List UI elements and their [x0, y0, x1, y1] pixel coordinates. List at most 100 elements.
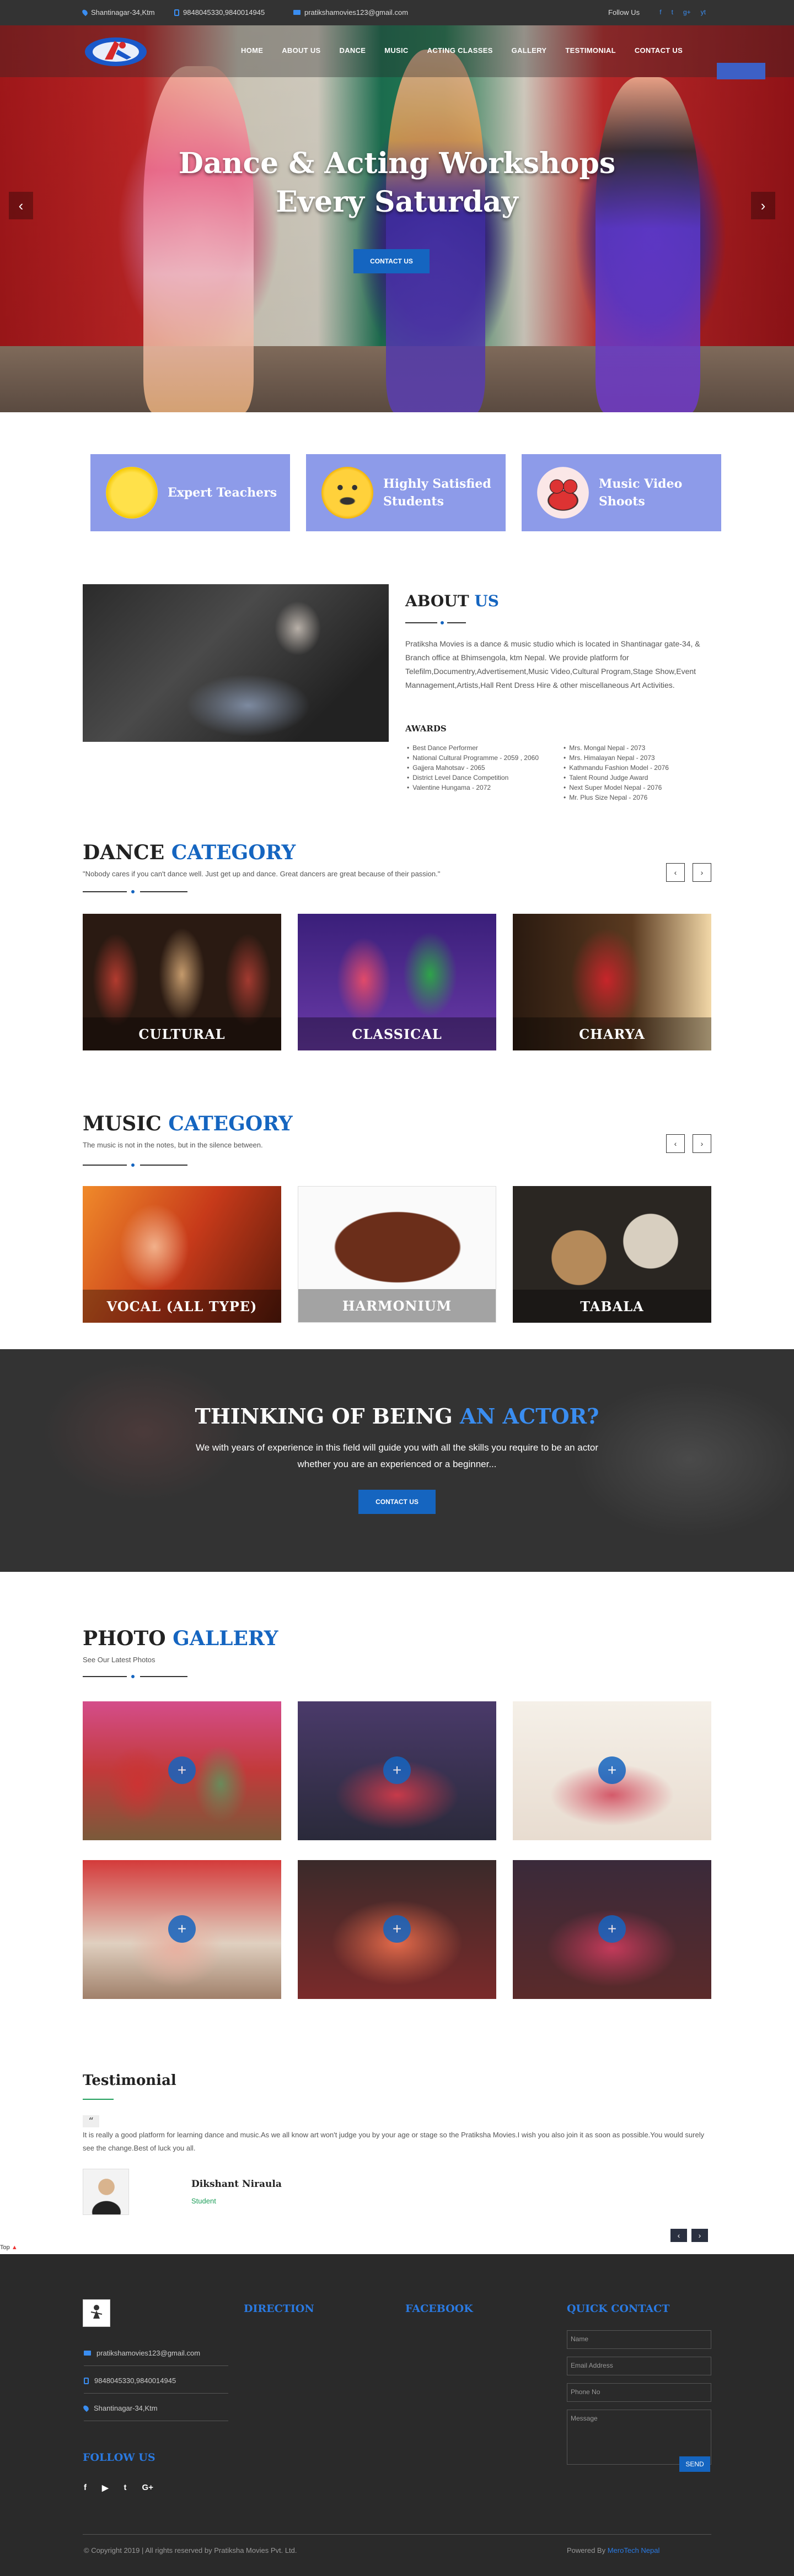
footer-address: Shantinagar-34,Ktm [82, 2404, 158, 2412]
top-bar: Shantinagar-34,Ktm 9848045330,9840014945… [0, 0, 794, 25]
hero-prev-arrow[interactable]: ‹ [9, 192, 33, 219]
hero-next-arrow[interactable]: › [751, 192, 775, 219]
nav-item-home[interactable]: HOME [232, 46, 272, 55]
hero-title-line2: Every Saturday [276, 185, 518, 219]
plus-glyph: + [177, 1761, 187, 1779]
gallery-photo[interactable]: + [513, 1701, 711, 1840]
footer-email[interactable]: pratikshamovies123@gmail.com [84, 2349, 200, 2357]
footer-facebook-heading: FACEBOOK [405, 2303, 473, 2315]
dance-card-classical[interactable]: CLASSICAL [298, 914, 496, 1050]
phone-icon [84, 2377, 89, 2384]
nav-item-contact-us[interactable]: CONTACT US [625, 46, 692, 55]
powered-by-link[interactable]: MeroTech Nepal [608, 2546, 660, 2555]
testimonial-next-button[interactable]: › [691, 2229, 708, 2242]
dance-card-caption: CLASSICAL [298, 1017, 496, 1050]
hero-contact-button[interactable]: CONTACT US [353, 249, 430, 273]
footer-quick-contact-heading: QUICK CONTACT [567, 2303, 670, 2315]
nav-search-box[interactable] [717, 63, 765, 79]
plus-glyph: + [177, 1920, 187, 1937]
contact-name-input[interactable]: Name [567, 2330, 711, 2349]
gallery-title: PHOTO GALLERY [83, 1627, 278, 1650]
dancer-icon [106, 467, 158, 519]
dance-prev-button[interactable]: ‹ [666, 863, 685, 882]
gallery-photo[interactable]: + [83, 1701, 281, 1840]
twitter-icon[interactable]: t [672, 8, 673, 16]
nav-item-acting-classes[interactable]: ACTING CLASSES [418, 46, 502, 55]
send-button[interactable]: SEND [679, 2456, 710, 2472]
google-plus-icon[interactable]: g+ [683, 8, 691, 16]
dancer-figure [596, 77, 700, 412]
zoom-plus-icon: + [383, 1756, 411, 1784]
back-to-top-link[interactable]: Top ▲ [0, 2244, 18, 2251]
feature-expert-teachers: Expert Teachers [90, 454, 290, 531]
gallery-photo[interactable]: + [83, 1860, 281, 1999]
dance-card-charya[interactable]: CHARYA [513, 914, 711, 1050]
powered-by-prefix: Powered By [567, 2546, 606, 2555]
footer-socials: f ▶ t G+ [84, 2483, 153, 2493]
contact-phone-input[interactable]: Phone No [567, 2383, 711, 2402]
about-image [83, 584, 389, 742]
site-logo[interactable] [83, 33, 149, 68]
facebook-icon[interactable]: f [84, 2483, 87, 2493]
music-quote: The music is not in the notes, but in th… [83, 1141, 263, 1149]
footer-logo[interactable] [83, 2299, 110, 2327]
topbar-email[interactable]: pratikshamovies123@gmail.com [293, 8, 408, 17]
google-plus-icon[interactable]: G+ [142, 2483, 153, 2493]
youtube-icon[interactable]: ▶ [102, 2483, 109, 2493]
dancer-figure [386, 50, 485, 412]
dance-card-cultural[interactable]: CULTURAL [83, 914, 281, 1050]
gallery-photo[interactable]: + [298, 1701, 496, 1840]
powered-by: Powered By MeroTech Nepal [567, 2546, 659, 2555]
hero-title-line1: Dance & Acting Workshops [178, 147, 616, 180]
smiley-icon [321, 467, 373, 519]
topbar-address: Shantinagar-34,Ktm [81, 8, 155, 17]
chevron-left-icon: ‹ [677, 2231, 680, 2240]
avatar [83, 2169, 129, 2215]
dance-card-caption: CULTURAL [83, 1017, 281, 1050]
music-card-caption: VOCAL (ALL TYPE) [83, 1290, 281, 1323]
dance-category-title: DANCE CATEGORY [83, 841, 296, 864]
footer-email-text: pratikshamovies123@gmail.com [96, 2349, 201, 2357]
music-card-caption: HARMONIUM [298, 1289, 496, 1322]
location-icon [82, 2404, 90, 2412]
about-description: Pratiksha Movies is a dance & music stud… [405, 639, 700, 689]
youtube-icon[interactable]: yt [701, 8, 706, 16]
music-card-vocal[interactable]: VOCAL (ALL TYPE) [83, 1186, 281, 1323]
nav-item-gallery[interactable]: GALLERY [502, 46, 556, 55]
music-title-b: CATEGORY [168, 1112, 293, 1135]
testimonial-prev-button[interactable]: ‹ [670, 2229, 687, 2242]
phone-text: 9848045330,9840014945 [183, 8, 265, 17]
feature-satisfied-students: Highly Satisfied Students [306, 454, 506, 531]
gallery-photo[interactable]: + [298, 1860, 496, 1999]
address-text: Shantinagar-34,Ktm [91, 8, 155, 17]
music-next-button[interactable]: › [693, 1134, 711, 1153]
nav-item-music[interactable]: MUSIC [375, 46, 417, 55]
contact-email-input[interactable]: Email Address [567, 2357, 711, 2375]
dance-card-caption: CHARYA [513, 1017, 711, 1050]
nav-item-testimonial[interactable]: TESTIMONIAL [556, 46, 625, 55]
actor-title-a: THINKING OF BEING [195, 1404, 453, 1429]
nav-item-dance[interactable]: DANCE [330, 46, 375, 55]
about-title-a: ABOUT [405, 592, 469, 610]
about-title: ABOUT US [405, 592, 499, 610]
about-divider [405, 619, 466, 626]
dancer-figure [143, 66, 254, 412]
zoom-plus-icon: + [598, 1756, 626, 1784]
nav-item-about-us[interactable]: ABOUT US [272, 46, 330, 55]
footer-phone[interactable]: 9848045330,9840014945 [84, 2376, 176, 2385]
zoom-plus-icon: + [168, 1915, 196, 1943]
topbar-phone[interactable]: 9848045330,9840014945 [174, 8, 265, 17]
actor-contact-button[interactable]: CONTACT US [358, 1490, 436, 1514]
award-item: Kathmandu Fashion Model - 2076 [564, 763, 707, 773]
facebook-icon[interactable]: f [659, 8, 661, 16]
twitter-icon[interactable]: t [124, 2483, 127, 2493]
gallery-photo[interactable]: + [513, 1860, 711, 1999]
music-prev-button[interactable]: ‹ [666, 1134, 685, 1153]
testimonial-title: Testimonial [83, 2072, 176, 2089]
music-card-harmonium[interactable]: HARMONIUM [298, 1186, 496, 1323]
dance-next-button[interactable]: › [693, 863, 711, 882]
music-card-tabala[interactable]: TABALA [513, 1186, 711, 1323]
award-item: Mrs. Mongal Nepal - 2073 [564, 743, 707, 753]
actor-description: We with years of experience in this fiel… [195, 1442, 599, 1469]
award-item: Best Dance Performer [407, 743, 545, 753]
